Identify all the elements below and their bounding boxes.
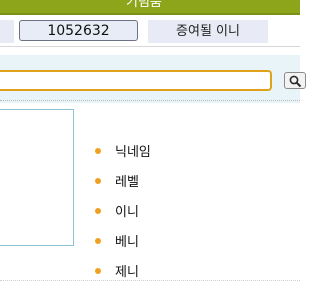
bullet-icon bbox=[95, 268, 101, 274]
attribute-label: 레벨 bbox=[115, 175, 139, 190]
bullet-icon bbox=[95, 238, 101, 244]
attribute-list: 닉네임 레벨 이니 베니 제니 bbox=[0, 0, 300, 300]
attribute-label: 이니 bbox=[115, 205, 139, 220]
attribute-label: 제니 bbox=[115, 265, 139, 280]
attribute-label: 베니 bbox=[115, 235, 139, 250]
attribute-label: 닉네임 bbox=[115, 145, 151, 160]
bullet-icon bbox=[95, 208, 101, 214]
bullet-icon bbox=[95, 178, 101, 184]
bullet-icon bbox=[95, 148, 101, 154]
